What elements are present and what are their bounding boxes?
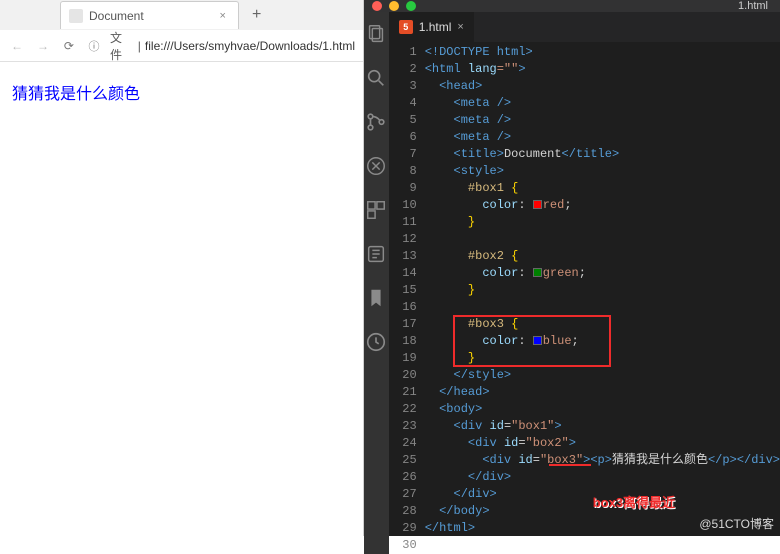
color-swatch-green — [533, 268, 542, 277]
bookmark-icon[interactable] — [364, 286, 388, 310]
time-icon[interactable] — [364, 330, 388, 354]
browser-window: Document × + ← → ⟳ ⓘ 文件 | file:///Users/… — [0, 0, 364, 536]
editor-tab-label: 1.html — [419, 20, 452, 34]
forward-button[interactable]: → — [34, 37, 52, 55]
line-gutter: 1234567891011121314151617181920212223242… — [389, 42, 425, 554]
annotation-underline — [549, 464, 591, 466]
activity-bar — [364, 12, 389, 554]
tab-title: Document — [89, 9, 144, 23]
editor-area: 5 1.html × 12345678910111213141516171819… — [389, 12, 780, 554]
files-icon[interactable] — [364, 22, 388, 46]
back-button[interactable]: ← — [8, 37, 26, 55]
html5-icon: 5 — [399, 20, 413, 34]
window-controls — [372, 1, 416, 11]
search-icon[interactable] — [364, 66, 388, 90]
close-icon[interactable]: × — [216, 9, 230, 23]
maximize-window-icon[interactable] — [406, 1, 416, 11]
address-bar: ← → ⟳ ⓘ 文件 | file:///Users/smyhvae/Downl… — [0, 30, 363, 62]
vscode-titlebar: 1.html — [364, 0, 780, 12]
browser-tabbar: Document × + — [0, 0, 363, 30]
page-content: 猜猜我是什么颜色 — [0, 62, 363, 122]
extensions-icon[interactable] — [364, 198, 388, 222]
page-text: 猜猜我是什么颜色 — [12, 80, 351, 104]
watermark: @51CTO博客 — [699, 515, 774, 532]
url-scheme-label: 文件 — [110, 29, 134, 63]
annotation-text: box3离得最近 — [593, 494, 675, 511]
new-tab-button[interactable]: + — [245, 3, 269, 27]
code-editor[interactable]: 1234567891011121314151617181920212223242… — [389, 42, 780, 554]
editor-tabs: 5 1.html × — [389, 12, 780, 42]
annotation-box — [453, 315, 611, 367]
info-icon[interactable]: ⓘ — [86, 38, 102, 54]
minimize-window-icon[interactable] — [389, 1, 399, 11]
editor-tab[interactable]: 5 1.html × — [389, 12, 474, 42]
close-window-icon[interactable] — [372, 1, 382, 11]
code-lines: <!DOCTYPE html> <html lang=""> <head> <m… — [425, 42, 780, 554]
json-icon[interactable] — [364, 242, 388, 266]
close-icon[interactable]: × — [457, 21, 463, 33]
url-display[interactable]: 文件 | file:///Users/smyhvae/Downloads/1.h… — [110, 29, 355, 63]
debug-icon[interactable] — [364, 154, 388, 178]
window-title: 1.html — [416, 0, 772, 12]
favicon-icon — [69, 9, 83, 23]
vscode-window: 1.html 5 1.html × 12345678910111213 — [364, 0, 780, 536]
git-icon[interactable] — [364, 110, 388, 134]
browser-tab[interactable]: Document × — [60, 1, 239, 29]
color-swatch-red — [533, 200, 542, 209]
reload-button[interactable]: ⟳ — [60, 37, 78, 55]
url-text: file:///Users/smyhvae/Downloads/1.html — [145, 39, 355, 53]
